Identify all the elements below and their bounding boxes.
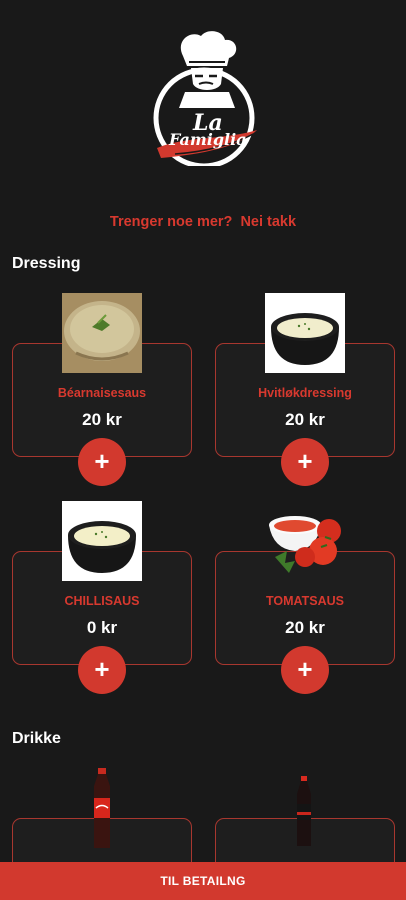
plus-icon: + [94, 446, 110, 476]
logo-text-famiglia: Famiglia [169, 130, 247, 149]
product-price: 20 kr [82, 410, 122, 429]
garlic-dressing-bowl-image [265, 293, 345, 373]
section-title-drikke: Drikke [12, 730, 61, 747]
add-button-bearnaisesaus[interactable]: + [78, 438, 126, 486]
plus-icon: + [297, 446, 313, 476]
product-price: 0 kr [86, 618, 118, 637]
cola-bottle-image [86, 768, 118, 850]
product-name: Hvitløkdressing [258, 386, 352, 400]
add-button-hvitlokdressing[interactable]: + [281, 438, 329, 486]
section-title-dressing: Dressing [12, 255, 81, 272]
chili-sauce-bowl-image [62, 501, 142, 581]
checkout-label: TIL BETAILNG [160, 874, 246, 888]
product-name: Béarnaisesaus [57, 386, 147, 400]
checkout-button[interactable]: TIL BETAILNG [0, 862, 406, 900]
plus-icon: + [94, 654, 110, 684]
la-famiglia-logo: La Famiglia [145, 26, 263, 169]
product-price: 20 kr [285, 410, 325, 429]
plus-icon: + [297, 654, 313, 684]
cola-zero-bottle-image [292, 776, 316, 848]
upsell-question: Trenger noe mer? [109, 214, 233, 230]
tomato-sauce-bowl-image [265, 501, 345, 581]
product-price: 20 kr [285, 618, 325, 637]
upsell-prompt: Trenger noe mer? Nei takk [0, 214, 406, 230]
add-button-chillisaus[interactable]: + [78, 646, 126, 694]
decline-link[interactable]: Nei takk [240, 214, 296, 230]
product-name: TOMATSAUS [265, 594, 344, 608]
bearnaise-bowl-image [62, 293, 142, 373]
add-button-tomatsaus[interactable]: + [281, 646, 329, 694]
product-name: CHILLISAUS [64, 594, 140, 608]
